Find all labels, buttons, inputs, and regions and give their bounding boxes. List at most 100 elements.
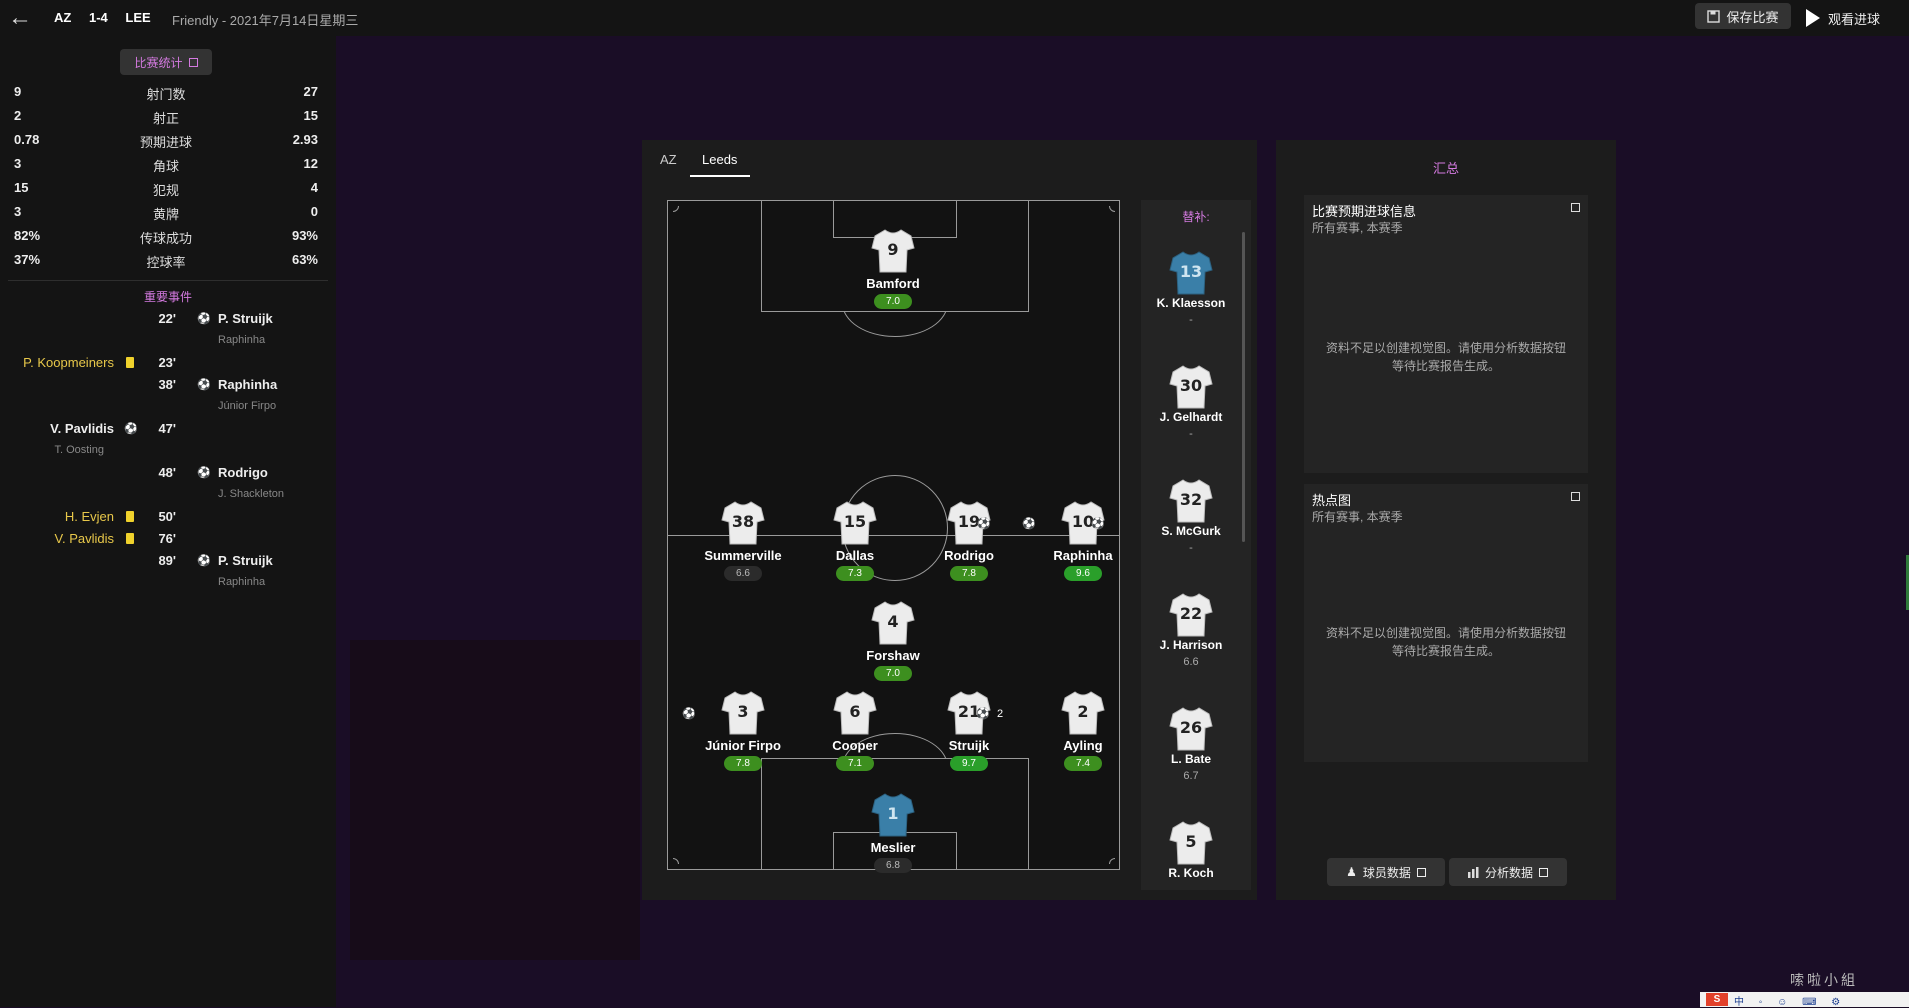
expand-icon[interactable] xyxy=(1571,203,1580,212)
shirt-number: 4 xyxy=(887,612,899,631)
stat-away: 4 xyxy=(310,180,318,195)
event-assist[interactable]: Júnior Firpo xyxy=(218,400,276,412)
player-cooper[interactable]: 6 Cooper 7.1 xyxy=(795,690,915,771)
watch-goals-button[interactable]: 观看进球 xyxy=(1806,6,1880,30)
stat-row-shots: 9 射门数 27 xyxy=(14,82,318,102)
player-raphinha[interactable]: 10 Raphinha 9.6 xyxy=(1023,500,1143,581)
expand-icon[interactable] xyxy=(1571,492,1580,501)
event-assist[interactable]: Raphinha xyxy=(218,576,265,588)
shirt-number: 1 xyxy=(887,804,899,823)
expand-icon xyxy=(1539,867,1548,877)
heatmap-card-message: 资料不足以创建视觉图。请使用分析数据按钮 xyxy=(1325,626,1566,640)
player-summerville[interactable]: 38 Summerville 6.6 xyxy=(683,500,803,581)
sub-name: J. Harrison xyxy=(1159,638,1223,652)
event-player[interactable]: V. Pavlidis xyxy=(50,421,114,436)
shirt-number: 2 xyxy=(1077,702,1089,721)
match-stats-panel: 比赛统计 9 射门数 27 2 射正 15 0.78 预期进球 2.93 3 角… xyxy=(0,36,336,1007)
player-struijk[interactable]: 21 Struijk 9.7 xyxy=(909,690,1029,771)
stat-row-pass-completion: 82% 传球成功 93% xyxy=(14,226,318,246)
scrollbar[interactable] xyxy=(1242,232,1245,542)
heatmap-card: 热点图 所有赛事, 本赛季 资料不足以创建视觉图。请使用分析数据按钮 等待比赛报… xyxy=(1304,484,1588,762)
analysis-data-label: 分析数据 xyxy=(1484,865,1533,880)
shirt-icon: 15 xyxy=(833,500,877,546)
yellow-card-icon xyxy=(126,357,134,368)
player-data-button[interactable]: ♟ 球员数据 xyxy=(1327,858,1445,886)
shirt-number: 30 xyxy=(1179,376,1203,395)
save-match-button[interactable]: 保存比赛 xyxy=(1695,3,1791,29)
event-minute: 50' xyxy=(158,509,176,524)
tray-icons: 中 ◦ ☺ ⌨ ⚙ xyxy=(1734,997,1847,1008)
save-match-label: 保存比赛 xyxy=(1726,9,1779,25)
event-player[interactable]: P. Struijk xyxy=(218,553,273,568)
event-assist[interactable]: T. Oosting xyxy=(54,444,104,456)
football-icon: ⚽ xyxy=(197,313,211,325)
event-player[interactable]: H. Evjen xyxy=(65,509,114,524)
stat-row-on-target: 2 射正 15 xyxy=(14,106,318,126)
player-rating: 7.1 xyxy=(836,756,874,771)
stat-label: 射门数 xyxy=(146,87,186,102)
player-rating: 9.7 xyxy=(950,756,988,771)
away-team-abbr: LEE xyxy=(125,10,151,25)
sub-gelhardt[interactable]: 30 J. Gelhardt - xyxy=(1141,364,1241,440)
event-assist[interactable]: Raphinha xyxy=(218,334,265,346)
shirt-icon: 22 xyxy=(1169,592,1213,638)
stat-row-yellow-cards: 3 黄牌 0 xyxy=(14,202,318,222)
tab-az[interactable]: AZ xyxy=(660,152,677,167)
player-name: Bamford xyxy=(866,276,920,291)
event-player[interactable]: P. Struijk xyxy=(218,311,273,326)
player-rating: 6.8 xyxy=(874,858,912,873)
summary-title: 汇总 xyxy=(1432,161,1459,176)
football-icon: ⚽ xyxy=(976,708,990,720)
arrow-left-icon[interactable]: ← xyxy=(8,6,32,30)
input-method-icon[interactable]: S xyxy=(1706,993,1728,1006)
player-rating: 7.0 xyxy=(874,294,912,309)
player-name: Dallas xyxy=(835,548,875,563)
shirt-icon: 2 xyxy=(1061,690,1105,736)
event-player[interactable]: Rodrigo xyxy=(218,465,268,480)
sub-koch[interactable]: 5 R. Koch xyxy=(1141,820,1241,880)
player-name: Raphinha xyxy=(1053,548,1113,563)
event-player[interactable]: Raphinha xyxy=(218,377,277,392)
player-name: Júnior Firpo xyxy=(705,738,781,753)
sub-klaesson[interactable]: 13 K. Klaesson - xyxy=(1141,250,1241,326)
event-player[interactable]: P. Koopmeiners xyxy=(23,355,114,370)
sub-mcgurk[interactable]: 32 S. McGurk - xyxy=(1141,478,1241,554)
sub-bate[interactable]: 26 L. Bate 6.7 xyxy=(1141,706,1241,782)
event-minute: 48' xyxy=(158,465,176,480)
event-minute: 23' xyxy=(158,355,176,370)
sub-harrison[interactable]: 22 J. Harrison 6.6 xyxy=(1141,592,1241,668)
xg-card-message: 等待比赛报告生成。 xyxy=(1391,359,1500,373)
player-data-label: 球员数据 xyxy=(1362,865,1411,880)
shirt-number: 9 xyxy=(887,240,899,259)
player-meslier[interactable]: 1 Meslier 6.8 xyxy=(833,792,953,873)
player-bamford[interactable]: 9 Bamford 7.0 xyxy=(833,228,953,309)
player-dallas[interactable]: 15 Dallas 7.3 xyxy=(795,500,915,581)
shirt-number: 22 xyxy=(1179,604,1203,623)
stat-label: 角球 xyxy=(152,159,179,174)
player-rodrigo[interactable]: 19 Rodrigo 7.8 xyxy=(909,500,1029,581)
shirt-number: 5 xyxy=(1185,832,1197,851)
match-stats-button[interactable]: 比赛统计 xyxy=(120,49,212,75)
xg-card-title: 比赛预期进球信息 xyxy=(1312,204,1417,219)
shirt-number: 26 xyxy=(1179,718,1203,737)
player-ayling[interactable]: 2 Ayling 7.4 xyxy=(1023,690,1143,771)
analysis-data-button[interactable]: 分析数据 xyxy=(1449,858,1567,886)
sub-rating: 6.6 xyxy=(1183,656,1199,668)
heatmap-card-title: 热点图 xyxy=(1312,493,1352,508)
shirt-icon: 3 xyxy=(721,690,765,736)
event-player[interactable]: V. Pavlidis xyxy=(55,531,115,546)
event-minute: 38' xyxy=(158,377,176,392)
event-assist[interactable]: J. Shackleton xyxy=(218,488,284,500)
football-icon: ⚽ xyxy=(197,555,211,567)
key-events-title: 重要事件 xyxy=(143,290,192,304)
corner-arc xyxy=(1109,858,1115,864)
heatmap-card-message: 等待比赛报告生成。 xyxy=(1391,644,1500,658)
score: 1-4 xyxy=(88,10,108,25)
football-icon: ⚽ xyxy=(197,467,211,479)
shirt-number: 13 xyxy=(1179,262,1203,281)
watch-goals-label: 观看进球 xyxy=(1828,11,1881,27)
player-rating: 7.0 xyxy=(874,666,912,681)
player-junior-firpo[interactable]: 3 Júnior Firpo 7.8 xyxy=(683,690,803,771)
tab-leeds[interactable]: Leeds xyxy=(702,152,737,167)
player-forshaw[interactable]: 4 Forshaw 7.0 xyxy=(833,600,953,681)
